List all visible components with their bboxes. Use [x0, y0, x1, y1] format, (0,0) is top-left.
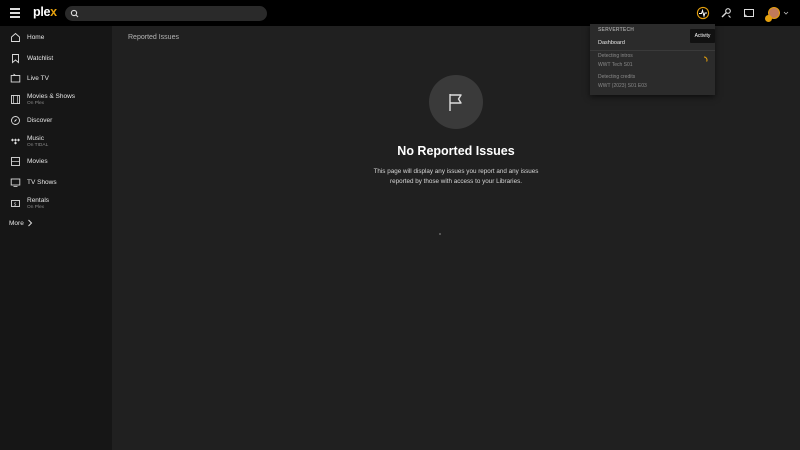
- home-icon: [11, 32, 20, 42]
- loading-dot: [439, 233, 441, 235]
- sidebar-item-home[interactable]: Home: [0, 28, 112, 48]
- sidebar-item-label: Movies: [27, 158, 48, 165]
- sidebar-item-label: TV Shows: [27, 179, 57, 186]
- spinner-icon: [703, 56, 708, 62]
- more-label: More: [9, 219, 24, 227]
- sidebar-item-label: Discover: [27, 117, 53, 124]
- cast-icon[interactable]: [742, 6, 756, 20]
- settings-wrench-icon[interactable]: [719, 6, 733, 20]
- sidebar-item-live-tv[interactable]: Live TV: [0, 69, 112, 89]
- dashboard-link[interactable]: Dashboard: [598, 40, 625, 46]
- tidal-icon: [11, 138, 20, 145]
- sidebar-item-label: Live TV: [27, 75, 49, 82]
- logo-accent: x: [50, 5, 57, 19]
- bookmark-icon: [12, 54, 19, 64]
- sidebar-item-tv-shows[interactable]: TV Shows: [0, 173, 112, 193]
- sidebar-item-label: Watchlist: [27, 55, 54, 62]
- activity-tooltip: Activity: [690, 29, 715, 43]
- hamburger-menu-icon[interactable]: [10, 8, 20, 18]
- divider: [590, 50, 715, 51]
- empty-desc-line: This page will display any issues you re…: [373, 168, 539, 175]
- empty-desc-line: reported by those with access to your Li…: [390, 177, 522, 185]
- sidebar-item-label: Music: [27, 135, 44, 142]
- activity-icon[interactable]: [696, 6, 710, 20]
- activity-task-subtitle: WWT Tech S01: [598, 62, 633, 68]
- sidebar-item-sublabel: On TIDAL: [27, 143, 49, 148]
- empty-state-title: No Reported Issues: [397, 144, 515, 158]
- logo-text: ple: [33, 5, 51, 19]
- ticket-icon: $: [11, 200, 20, 207]
- search-input[interactable]: [81, 9, 267, 18]
- server-name: SERVERTECH: [598, 27, 635, 33]
- tv-icon: [10, 178, 21, 187]
- sidebar-item-label: Rentals: [27, 197, 50, 204]
- activity-task-subtitle: WWT (2023) S01 E03: [598, 83, 647, 89]
- top-bar: plex: [0, 0, 800, 26]
- sidebar-item-music[interactable]: Music On TIDAL: [0, 131, 112, 153]
- tv-icon: [10, 73, 21, 83]
- sidebar-item-rentals[interactable]: $ Rentals On Plex: [0, 193, 112, 215]
- chevron-right-icon: [27, 219, 33, 227]
- sidebar-item-sublabel: On Plex: [27, 205, 45, 210]
- search-bar[interactable]: [65, 6, 267, 21]
- plex-logo[interactable]: plex: [33, 5, 57, 19]
- svg-text:$: $: [14, 201, 17, 207]
- sidebar-item-sublabel: On Plex: [27, 101, 45, 106]
- chevron-down-icon[interactable]: [783, 10, 789, 16]
- sidebar-item-label: Movies & Shows: [27, 93, 76, 100]
- compass-icon: [11, 116, 20, 125]
- empty-state-description: This page will display any issues you re…: [356, 167, 556, 186]
- notification-badge: [765, 15, 772, 22]
- sidebar: Home Watchlist Live TV Movies & Shows On…: [0, 26, 112, 450]
- empty-state-illustration: [429, 75, 483, 129]
- sidebar-item-discover[interactable]: Discover: [0, 111, 112, 131]
- search-icon: [70, 9, 79, 17]
- activity-task-title: Detecting intros: [598, 53, 633, 59]
- flag-icon: [449, 94, 462, 111]
- sidebar-item-movies[interactable]: Movies: [0, 152, 112, 172]
- film-icon: [11, 95, 20, 104]
- sidebar-more-link[interactable]: More: [9, 219, 33, 227]
- sidebar-item-label: Home: [27, 34, 45, 41]
- sidebar-item-watchlist[interactable]: Watchlist: [0, 49, 112, 69]
- film-icon: [11, 157, 20, 166]
- activity-task-title: Detecting credits: [598, 74, 636, 80]
- sidebar-item-movies-shows[interactable]: Movies & Shows On Plex: [0, 89, 112, 111]
- page-title: Reported Issues: [128, 34, 179, 41]
